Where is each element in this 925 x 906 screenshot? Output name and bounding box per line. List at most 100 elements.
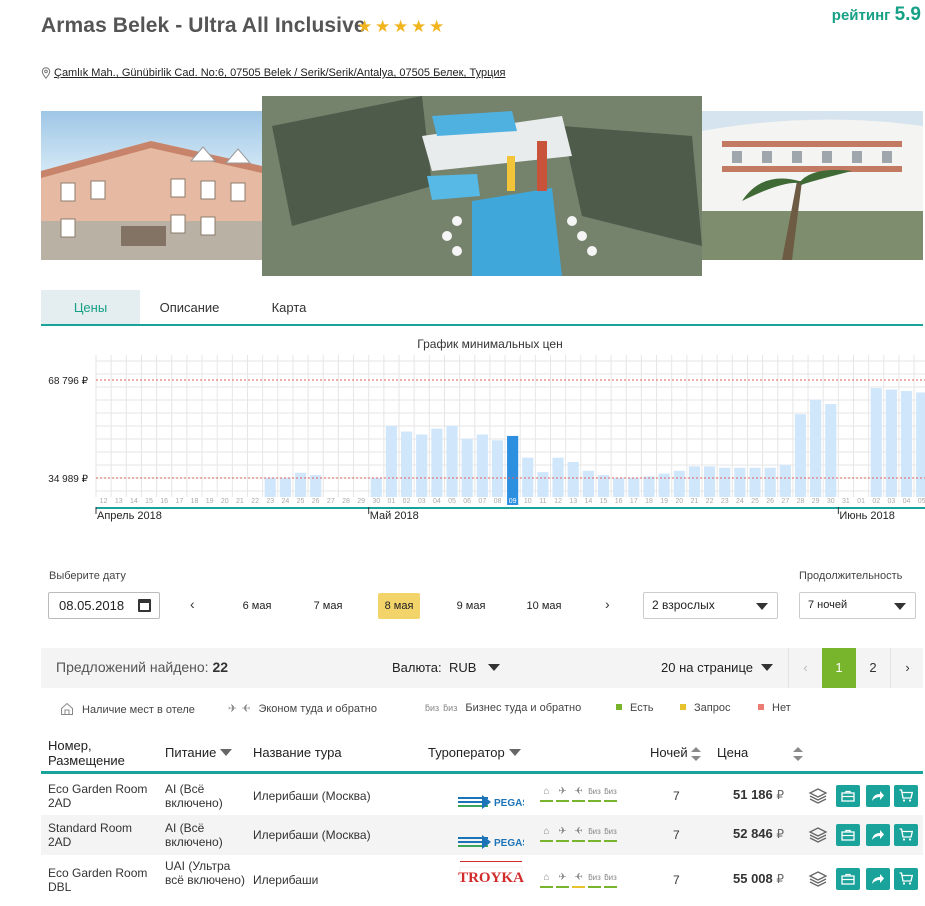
chart-bar[interactable]: [870, 388, 882, 497]
price-chart[interactable]: 68 796 ₽ 34 989 ₽ 12 13 14 15 16 17 18 19 20 21 22 23…: [0, 355, 925, 525]
chart-bar[interactable]: [658, 473, 670, 497]
chart-bar[interactable]: [385, 425, 397, 497]
chart-day-label: 12: [554, 498, 562, 505]
chart-bar[interactable]: [264, 478, 276, 497]
per-page-select[interactable]: 20 на странице: [661, 660, 773, 675]
chart-bar[interactable]: [704, 466, 716, 497]
calendar-icon[interactable]: [138, 599, 151, 612]
chart-bar[interactable]: [688, 466, 700, 497]
col-nights[interactable]: Ночей: [650, 745, 702, 761]
pager-page-1[interactable]: 1: [822, 648, 856, 688]
col-room[interactable]: Номер, Размещение: [48, 738, 125, 768]
share-button[interactable]: [866, 785, 890, 807]
hotel-photo-left[interactable]: [41, 111, 262, 260]
hotel-photo-main[interactable]: [262, 96, 702, 276]
date-chip-4[interactable]: 10 мая: [520, 593, 568, 619]
chart-bar[interactable]: [916, 392, 925, 497]
hotel-photo-right[interactable]: [702, 111, 923, 260]
chart-day-label: 10: [524, 498, 532, 505]
date-chip-0[interactable]: 6 мая: [235, 593, 279, 619]
chart-bar[interactable]: [582, 470, 594, 497]
chart-bar[interactable]: [401, 431, 413, 497]
offers-found-count: 22: [212, 659, 229, 675]
table-row[interactable]: Eco Garden Room 2AD AI (Всё включено) Ил…: [41, 777, 923, 815]
chart-bar[interactable]: [885, 389, 897, 497]
chart-bar[interactable]: [643, 476, 655, 497]
pager-prev[interactable]: ‹: [788, 648, 822, 688]
chart-day-label: 03: [418, 498, 426, 505]
chart-bar[interactable]: [294, 472, 307, 497]
currency-select[interactable]: RUB: [449, 660, 501, 675]
chart-bar[interactable]: [597, 475, 610, 497]
chart-bar[interactable]: [310, 475, 322, 497]
chart-bar[interactable]: [673, 470, 685, 497]
col-price[interactable]: Цена: [717, 745, 748, 760]
duration-value: 7 ночей: [808, 599, 848, 611]
chevron-down-icon: [760, 664, 773, 671]
table-row[interactable]: Standard Room 2AD AI (Всё включено) Илер…: [41, 815, 923, 855]
adults-select[interactable]: 2 взрослых: [643, 592, 778, 619]
layers-icon[interactable]: [808, 825, 828, 845]
hotel-address[interactable]: Çamlık Mah., Günübirlik Cad. No:6, 07505…: [41, 67, 506, 79]
price-sort[interactable]: [793, 745, 803, 761]
share-button[interactable]: [866, 868, 890, 890]
chart-y-tick-label: 68 796 ₽: [48, 376, 88, 387]
chart-bar-selected[interactable]: [507, 435, 519, 497]
chart-bar[interactable]: [810, 399, 822, 497]
chart-bar[interactable]: [476, 434, 488, 497]
briefcase-button[interactable]: [836, 824, 860, 846]
col-operator[interactable]: Туроператор: [428, 745, 521, 760]
layers-icon[interactable]: [808, 869, 828, 889]
chart-bar[interactable]: [522, 457, 534, 497]
pager-page-2[interactable]: 2: [856, 648, 890, 688]
address-link[interactable]: Çamlık Mah., Günübirlik Cad. No:6, 07505…: [54, 67, 506, 79]
duration-select[interactable]: 7 ночей: [799, 592, 916, 619]
date-input[interactable]: 08.05.2018: [48, 592, 160, 619]
chart-bar[interactable]: [416, 434, 428, 497]
pager-next[interactable]: ›: [890, 648, 924, 688]
chart-bar[interactable]: [567, 462, 579, 497]
briefcase-button[interactable]: [836, 868, 860, 890]
chart-day-label: 14: [130, 498, 138, 505]
chart-bar[interactable]: [734, 467, 746, 497]
tab-map[interactable]: Карта: [239, 290, 339, 324]
chart-bar[interactable]: [491, 440, 504, 497]
chart-bar[interactable]: [764, 467, 776, 497]
briefcase-button[interactable]: [836, 785, 860, 807]
next-date-arrow[interactable]: ›: [605, 596, 610, 612]
date-chip-1[interactable]: 7 мая: [306, 593, 350, 619]
chart-bar[interactable]: [552, 457, 564, 497]
chart-bar[interactable]: [779, 464, 791, 497]
chart-day-label: 27: [781, 498, 789, 505]
col-meal[interactable]: Питание: [165, 745, 233, 760]
chart-bar[interactable]: [613, 478, 625, 497]
chart-bar[interactable]: [461, 438, 473, 497]
date-chip-selected[interactable]: 8 мая: [378, 593, 420, 619]
tab-prices[interactable]: Цены: [41, 290, 140, 324]
table-row[interactable]: Eco Garden Room DBL UAI (Ультра всё вклю…: [41, 855, 923, 906]
chart-bar[interactable]: [431, 428, 443, 497]
room-name: Standard Room 2AD: [48, 821, 133, 849]
cart-button[interactable]: [894, 868, 918, 890]
chart-day-label: 23: [721, 498, 729, 505]
cart-button[interactable]: [894, 785, 918, 807]
chart-bar[interactable]: [446, 425, 458, 497]
layers-icon[interactable]: [808, 786, 828, 806]
chart-bar[interactable]: [537, 472, 549, 497]
status-yes-dot: [616, 704, 622, 710]
chart-bar[interactable]: [628, 478, 640, 497]
chart-bar[interactable]: [749, 467, 761, 497]
chart-bar[interactable]: [370, 478, 382, 497]
hotel-title: Armas Belek - Ultra All Inclusive: [41, 14, 366, 37]
date-chip-3[interactable]: 9 мая: [449, 593, 493, 619]
share-button[interactable]: [866, 824, 890, 846]
chart-bar[interactable]: [825, 404, 837, 497]
tab-description[interactable]: Описание: [140, 290, 239, 324]
prev-date-arrow[interactable]: ‹: [190, 596, 195, 612]
chart-day-label: 15: [600, 498, 608, 505]
cart-button[interactable]: [894, 824, 918, 846]
chart-bar[interactable]: [900, 391, 913, 497]
chart-bar[interactable]: [279, 478, 291, 497]
chart-bar[interactable]: [719, 467, 731, 497]
chart-bar[interactable]: [794, 414, 807, 497]
